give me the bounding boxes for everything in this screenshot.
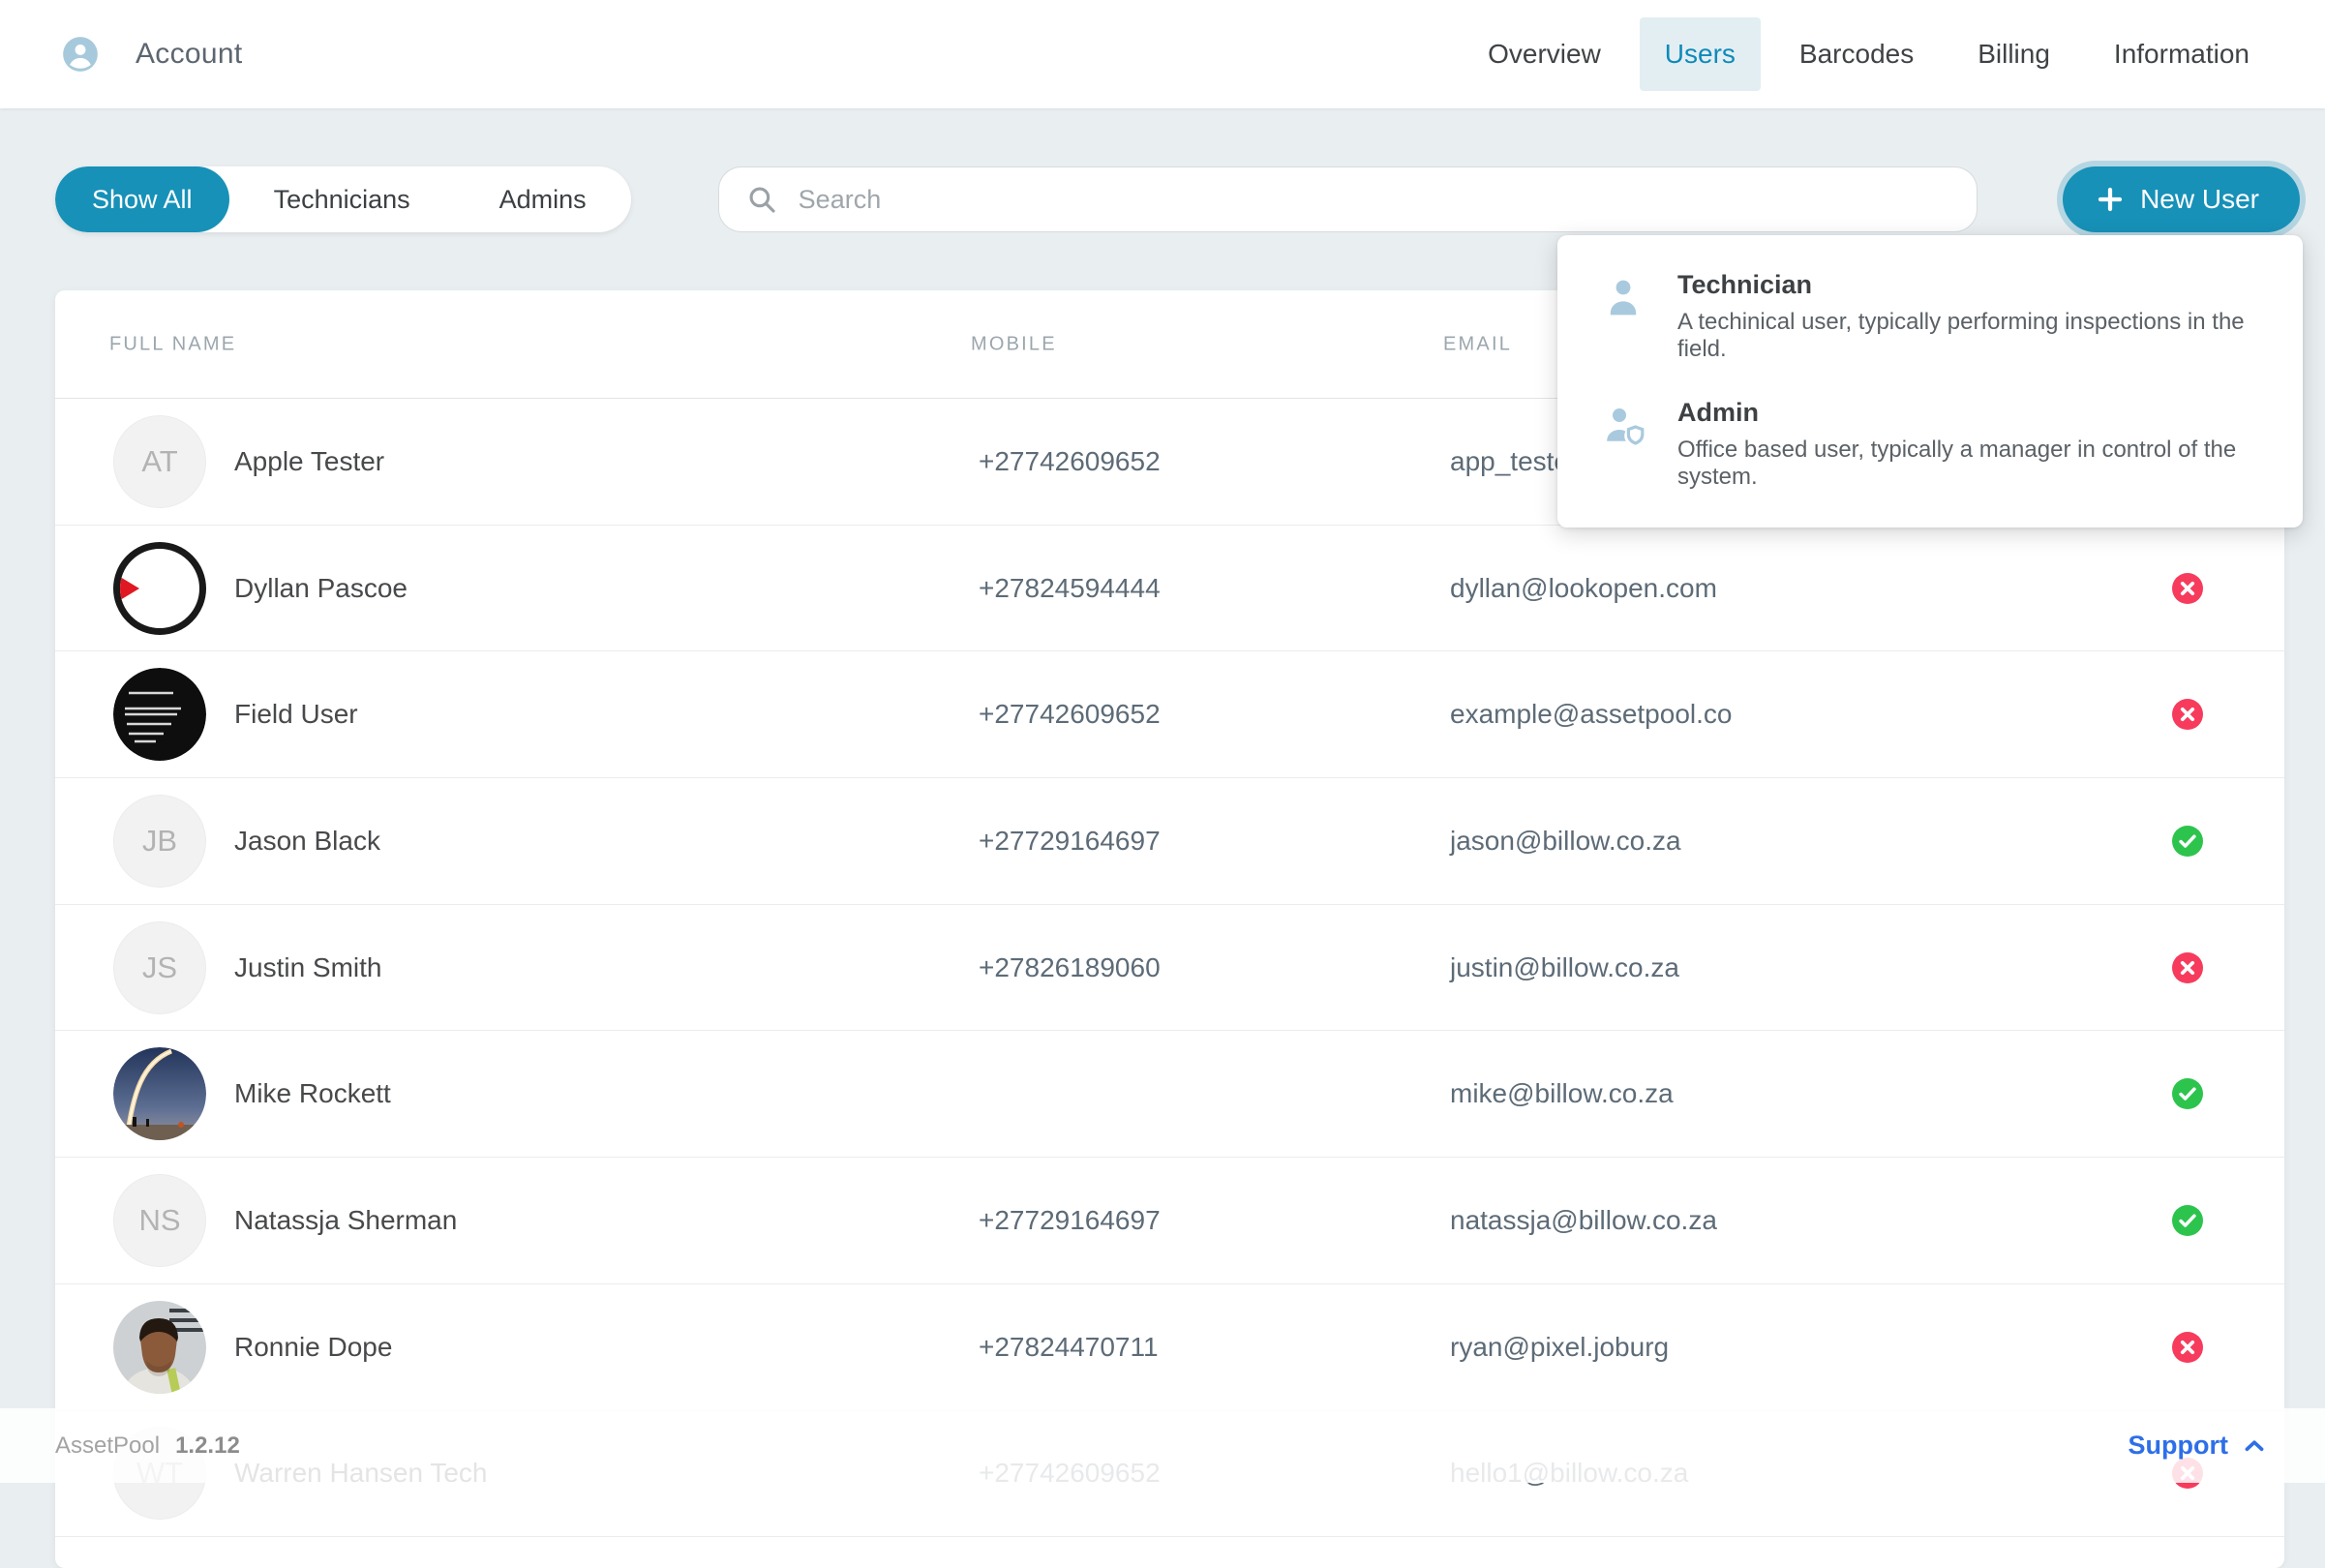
user-mobile: +27824594444 [979,572,1161,603]
tab-billing[interactable]: Billing [1952,17,2075,91]
user-email: natassja@billow.co.za [1450,1204,1717,1235]
admin-person-shield-icon [1600,398,1654,491]
support-button[interactable]: Support [2129,1431,2267,1461]
table-body: AT Apple Tester +27742609652 app_tester@… [55,399,2284,1538]
menu-item-description: Office based user, typically a manager i… [1677,437,2237,490]
user-filter-group: Show All Technicians Admins [55,166,631,232]
user-mobile: +27729164697 [979,1204,1161,1235]
avatar-initials: JB [113,794,206,888]
user-mobile: +27742609652 [979,699,1161,730]
top-bar: Account Overview Users Barcodes Billing Info… [0,0,2325,108]
new-user-menu: Technician A techinical user, typically p… [1557,235,2303,528]
avatar-record-icon [113,541,206,635]
filter-admins[interactable]: Admins [455,166,631,232]
search [717,166,1978,232]
status-unconfirmed-icon [2172,699,2203,731]
avatar-photo [113,668,206,762]
menu-item-technician[interactable]: Technician A techinical user, typically p… [1600,270,2264,363]
menu-item-title: Admin [1677,398,1759,427]
new-user-label: New User [2140,184,2259,214]
search-icon [745,183,778,216]
status-confirmed-icon [2172,825,2203,857]
toolbar: Show AllTechniciansAdmins New User [55,166,2300,232]
user-mobile: +27824470711 [979,1331,1159,1362]
footer-bar: AssetPool 1.2.12 Support [0,1408,2325,1483]
user-name: Mike Rockett [234,1078,391,1109]
user-email: example@assetpool.co [1450,699,1733,730]
app-name: AssetPool [55,1432,161,1459]
column-header-full-name: FULL NAME [109,333,237,354]
avatar-initials: NS [113,1173,206,1267]
technician-person-icon [1600,270,1654,363]
user-mobile: +27742609652 [979,445,1161,476]
menu-item-description: A techinical user, typically performing … [1677,309,2245,362]
status-unconfirmed-icon [2172,951,2203,983]
avatar-initials: AT [113,414,206,508]
new-user-button[interactable]: New User [2063,166,2300,232]
user-mobile: +27729164697 [979,825,1161,856]
status-confirmed-icon [2172,1078,2203,1110]
status-unconfirmed-icon [2172,572,2203,604]
column-header-email: EMAIL [1443,333,1513,354]
tab-users[interactable]: Users [1639,17,1761,91]
user-name: Ronnie Dope [234,1331,393,1362]
table-row[interactable]: Field User +27742609652 example@assetpoo… [55,651,2284,779]
tab-information[interactable]: Information [2089,17,2275,91]
page-title: Account [136,38,243,70]
account-icon [60,34,101,75]
tab-overview[interactable]: Overview [1463,17,1626,91]
menu-item-title: Technician [1677,270,1813,299]
table-row[interactable]: JS Justin Smith +27826189060 justin@bill… [55,905,2284,1032]
filter-technicians[interactable]: Technicians [229,166,455,232]
avatar-photo [113,1300,206,1394]
app-version: 1.2.12 [175,1432,240,1459]
user-email: jason@billow.co.za [1450,825,1681,856]
column-header-mobile: MOBILE [971,333,1057,354]
user-mobile: +27826189060 [979,951,1161,982]
table-row[interactable]: NS Natassja Sherman +27729164697 natassj… [55,1158,2284,1284]
search-input[interactable] [717,166,1978,232]
support-label: Support [2128,1431,2228,1460]
tab-barcodes[interactable]: Barcodes [1774,17,1939,91]
user-name: Justin Smith [234,951,382,982]
table-row[interactable]: Dyllan Pascoe +27824594444 dyllan@lookop… [55,526,2284,652]
chevron-up-icon [2242,1433,2267,1459]
user-name: Apple Tester [234,445,385,476]
top-nav: Overview Users Barcodes Billing Information [1463,17,2275,91]
user-name: Dyllan Pascoe [234,572,408,603]
menu-item-admin[interactable]: Admin Office based user, typically a mana… [1600,398,2264,491]
avatar-photo [113,1047,206,1141]
table-row[interactable]: Mike Rockett mike@billow.co.za [55,1031,2284,1159]
user-name: Jason Black [234,825,380,856]
plus-icon [2096,185,2125,214]
user-email: dyllan@lookopen.com [1450,572,1717,603]
status-unconfirmed-icon [2172,1331,2203,1363]
user-email: justin@billow.co.za [1450,951,1679,982]
user-email: ryan@pixel.joburg [1450,1331,1670,1362]
user-name: Natassja Sherman [234,1204,458,1235]
filter-show-all[interactable]: Show All [55,166,229,232]
table-row[interactable]: Ronnie Dope +27824470711 ryan@pixel.jobu… [55,1284,2284,1411]
user-name: Field User [234,699,358,730]
avatar-initials: JS [113,920,206,1014]
status-confirmed-icon [2172,1204,2203,1236]
table-row[interactable]: JB Jason Black +27729164697 jason@billow… [55,778,2284,905]
user-email: mike@billow.co.za [1450,1078,1674,1109]
